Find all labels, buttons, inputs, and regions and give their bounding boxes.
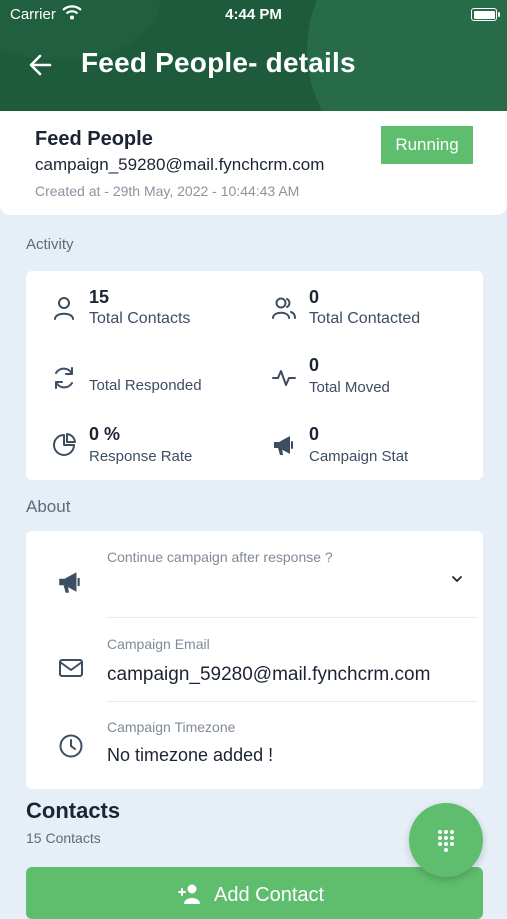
total-responded-label: Total Responded [89, 377, 202, 394]
status-time: 4:44 PM [225, 6, 282, 23]
response-rate-label: Response Rate [89, 448, 193, 465]
campaign-created-date: Created at - 29th May, 2022 - 10:44:43 A… [35, 183, 300, 199]
dialpad-icon [438, 830, 454, 852]
total-contacts-value: 15 [89, 287, 110, 307]
total-contacted-label: Total Contacted [309, 310, 421, 327]
status-badge: Running [381, 126, 473, 164]
campaign-timezone-value: No timezone added ! [107, 745, 274, 765]
response-rate-value: 0 % [89, 424, 121, 444]
contacts-title: Contacts [26, 798, 121, 823]
total-contacted-value: 0 [309, 287, 320, 307]
megaphone-icon [274, 436, 293, 455]
back-arrow-icon[interactable] [26, 50, 56, 80]
dialpad-fab-button[interactable] [409, 803, 483, 877]
refresh-icon [55, 367, 73, 389]
contacts-count: 15 Contacts [26, 830, 101, 846]
chevron-down-icon[interactable] [451, 574, 463, 584]
about-divider [107, 617, 477, 618]
mail-icon [59, 659, 83, 677]
total-moved-label: Total Moved [309, 379, 390, 396]
activity-section-label: Activity [26, 236, 74, 253]
campaign-email-label: Campaign Email [107, 636, 210, 652]
person-icon [54, 297, 74, 320]
campaign-stat-label: Campaign Stat [309, 448, 409, 465]
activity-icon [272, 370, 296, 386]
add-contact-label: Add Contact [214, 884, 325, 906]
campaign-email-value: campaign_59280@mail.fynchcrm.com [107, 664, 431, 685]
campaign-stat-value: 0 [309, 424, 320, 444]
page-title: Feed People- details [81, 47, 356, 78]
add-contact-button[interactable]: Add Contact [26, 867, 483, 919]
campaign-name: Feed People [35, 128, 153, 150]
pie-chart-icon [53, 433, 76, 456]
megaphone-icon [59, 572, 80, 593]
total-contacts-label: Total Contacts [89, 310, 191, 327]
people-icon [272, 297, 296, 319]
clock-icon [59, 734, 83, 758]
total-moved-value: 0 [309, 355, 320, 375]
add-person-icon [178, 884, 200, 904]
continue-campaign-label: Continue campaign after response ? [107, 549, 333, 565]
status-bar: Carrier 4:44 PM [0, 0, 507, 28]
battery-icon [471, 8, 500, 21]
about-divider [107, 701, 477, 702]
campaign-timezone-label: Campaign Timezone [107, 719, 236, 735]
campaign-email: campaign_59280@mail.fynchcrm.com [35, 155, 325, 174]
about-section-label: About [26, 497, 71, 516]
